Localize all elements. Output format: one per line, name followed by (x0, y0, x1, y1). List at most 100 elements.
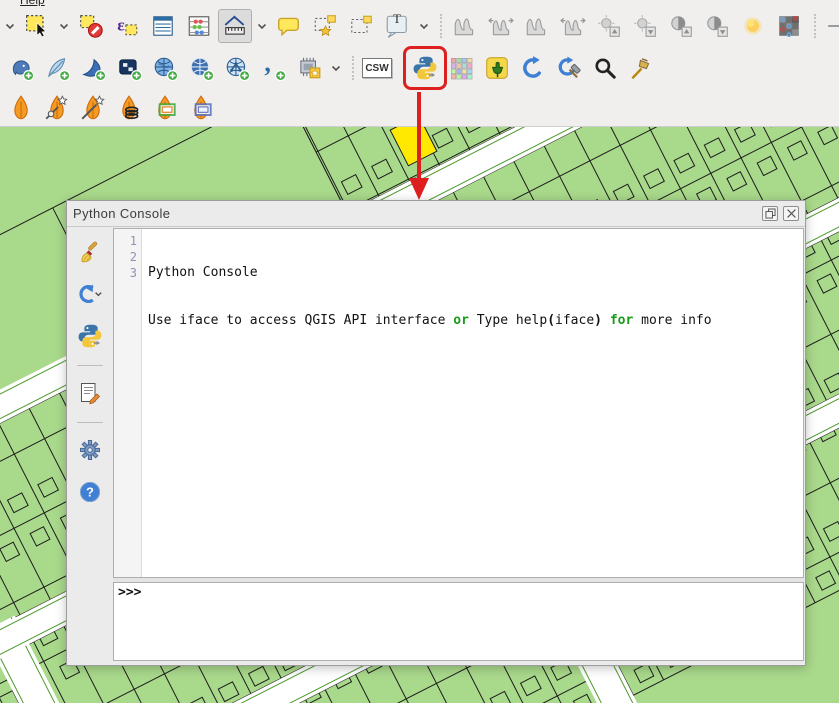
contrast-down-icon (704, 13, 730, 39)
abacus-icon (186, 13, 212, 39)
increase-contrast-button[interactable] (664, 9, 698, 43)
close-icon (785, 207, 798, 220)
increase-brightness-button[interactable] (592, 9, 626, 43)
decrease-contrast-button[interactable] (700, 9, 734, 43)
new-bookmark-icon (312, 13, 338, 39)
python-icon (76, 322, 104, 350)
run-command-button[interactable] (75, 321, 105, 351)
add-delimited-text-layer-button[interactable]: , (256, 51, 290, 85)
heatmap-star-wand-button[interactable] (40, 91, 74, 125)
attributes-toolbar: εT (0, 7, 839, 45)
select-dropdown[interactable] (56, 9, 72, 43)
console-line: Use iface to access QGIS API interface o… (148, 313, 712, 329)
add-wcs-layer-button[interactable] (184, 51, 218, 85)
separator (77, 365, 103, 366)
import-class-button[interactable] (75, 279, 105, 309)
python-console-button[interactable] (408, 51, 442, 85)
svg-text:ε: ε (117, 15, 125, 34)
histogram-arrows-icon (488, 13, 514, 39)
annotation-dropdown[interactable] (416, 9, 432, 43)
deselect-features-button[interactable] (74, 9, 108, 43)
full-cumulative-stretch-button[interactable] (556, 9, 590, 43)
console-titlebar[interactable]: Python Console (67, 201, 805, 227)
add-db2-layer-button[interactable] (112, 51, 146, 85)
console-input-area[interactable]: >>> (113, 582, 804, 661)
metasearch-csw-button[interactable]: CSW (360, 51, 394, 85)
attribute-table-icon (150, 13, 176, 39)
processing-tools-button[interactable] (624, 51, 658, 85)
wfs-globe-icon (224, 55, 250, 81)
search-button[interactable] (588, 51, 622, 85)
expression-select-icon: ε (114, 13, 140, 39)
measure-button[interactable] (218, 9, 252, 43)
highlight-labels-button[interactable] (736, 9, 770, 43)
menu-help[interactable]: Help (20, 0, 45, 6)
measure-icon (222, 13, 248, 39)
python-console-window: Python Console ? 1 2 3 Python Console Us… (66, 200, 806, 666)
plugin-plug-icon (484, 55, 510, 81)
console-output-area[interactable]: 1 2 3 Python Console Use iface to access… (113, 228, 804, 578)
open-attribute-table-button[interactable] (146, 9, 180, 43)
layers-plugins-toolbar: , CSW (0, 49, 660, 87)
add-virtual-layer-button[interactable] (292, 51, 326, 85)
console-title: Python Console (73, 206, 170, 221)
toolbar-overflow-chevron[interactable] (2, 9, 18, 43)
full-histogram-stretch-button[interactable] (484, 9, 518, 43)
wms-globe-icon (152, 55, 178, 81)
virtual-layer-dropdown[interactable] (328, 51, 344, 85)
georeferencer-button[interactable] (772, 9, 806, 43)
plugin-grid-button[interactable] (444, 51, 478, 85)
text-annotation-button[interactable]: T (380, 9, 414, 43)
heatmap-wand-button[interactable] (76, 91, 110, 125)
script-editor-icon (78, 381, 102, 405)
field-calculator-button[interactable] (182, 9, 216, 43)
show-bookmarks-button[interactable] (344, 9, 378, 43)
heatmap-blue-frame-button[interactable] (184, 91, 218, 125)
rebuild-tools-button[interactable] (552, 51, 586, 85)
reload-plugin-button[interactable] (516, 51, 550, 85)
window-buttons (762, 206, 799, 221)
console-line (148, 361, 712, 377)
heatmap-button[interactable] (4, 91, 38, 125)
float-window-button[interactable] (762, 206, 778, 221)
metasearch-csw-button-label: CSW (362, 58, 391, 78)
add-wfs-layer-button[interactable] (220, 51, 254, 85)
color-grid-icon (448, 55, 474, 81)
line-number-gutter: 1 2 3 (114, 229, 142, 577)
show-editor-button[interactable] (75, 378, 105, 408)
clear-console-button[interactable] (75, 237, 105, 267)
chevron-down-icon (59, 23, 69, 30)
brightness-up-icon (596, 13, 622, 39)
plugin-manager-button[interactable] (480, 51, 514, 85)
help-button[interactable]: ? (75, 477, 105, 507)
add-wms-layer-button[interactable] (148, 51, 182, 85)
line-number: 2 (114, 249, 137, 265)
decrease-brightness-button[interactable] (628, 9, 662, 43)
clipped-edge-button[interactable] (822, 9, 839, 43)
spatialite-feather-icon (44, 55, 70, 81)
add-postgis-layer-button[interactable] (4, 51, 38, 85)
contrast-up-icon (668, 13, 694, 39)
add-spatialite-layer-button[interactable] (40, 51, 74, 85)
brightness-down-icon (632, 13, 658, 39)
local-cumulative-stretch-button[interactable] (520, 9, 554, 43)
virtual-layer-chip-icon (296, 55, 322, 81)
flame-stack-icon (115, 94, 143, 122)
postgis-elephant-icon (8, 55, 34, 81)
clipped-tool-icon (826, 13, 839, 39)
svg-text:,: , (264, 55, 271, 77)
new-bookmark-button[interactable] (308, 9, 342, 43)
add-mssql-layer-button[interactable] (76, 51, 110, 85)
select-by-expression-button[interactable]: ε (110, 9, 144, 43)
separator (352, 56, 354, 80)
measure-dropdown[interactable] (254, 9, 270, 43)
select-features-button[interactable] (20, 9, 54, 43)
chevron-down-icon (331, 65, 341, 72)
options-button[interactable] (75, 435, 105, 465)
local-histogram-stretch-button[interactable] (448, 9, 482, 43)
heatmap-green-frame-button[interactable] (148, 91, 182, 125)
map-tips-button[interactable] (272, 9, 306, 43)
close-window-button[interactable] (783, 206, 799, 221)
line-number: 1 (114, 233, 137, 249)
heatmap-stack-button[interactable] (112, 91, 146, 125)
